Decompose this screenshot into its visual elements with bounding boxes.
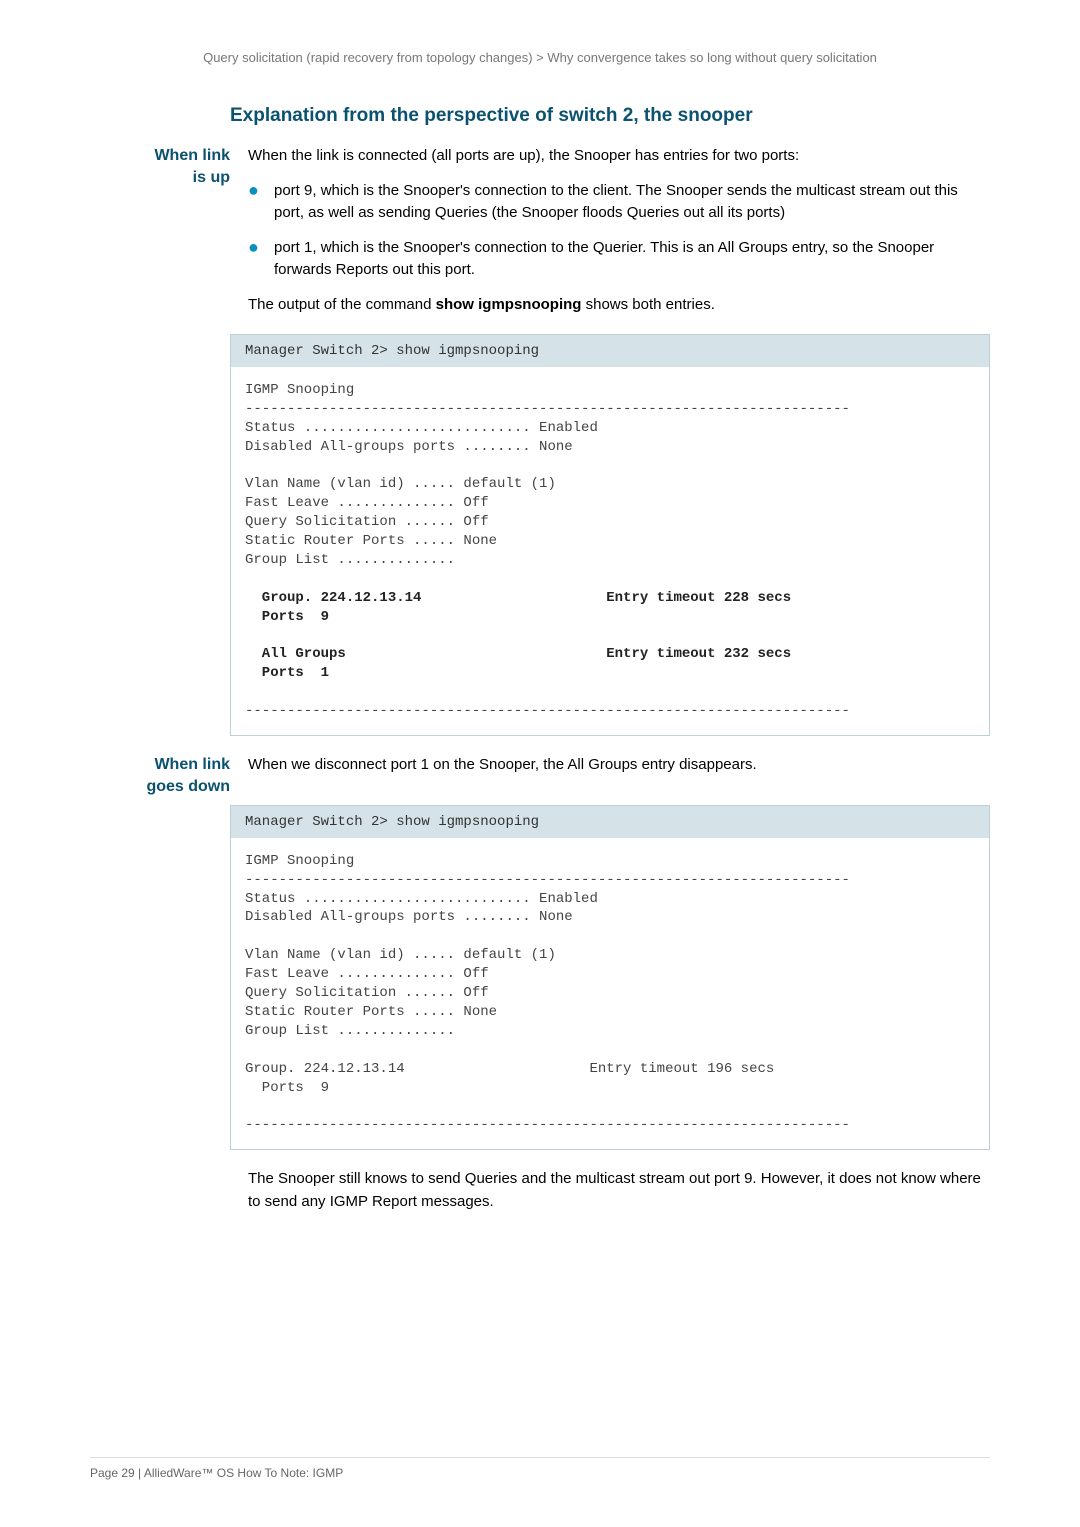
code-line: ----------------------------------------… (245, 703, 850, 719)
closing-text: The Snooper still knows to send Queries … (248, 1168, 990, 1213)
code-line: Static Router Ports ..... None (245, 533, 497, 549)
side-label-line2: goes down (146, 778, 230, 795)
code-line-bold: Ports 9 (245, 609, 329, 625)
bullet-icon: ● (248, 180, 274, 225)
outro-text: The output of the command show igmpsnoop… (248, 294, 990, 317)
code-line: ----------------------------------------… (245, 401, 850, 417)
breadcrumb-right: Why convergence takes so long without qu… (547, 50, 877, 65)
breadcrumb-left: Query solicitation (rapid recovery from … (203, 50, 532, 65)
code-line-bold: Group. 224.12.13.14 Entry timeout 228 se… (245, 590, 791, 606)
bullet-text-1: port 9, which is the Snooper's connectio… (274, 180, 990, 225)
code-line-bold: All Groups Entry timeout 232 secs (245, 646, 791, 662)
side-label-when-link-down: When link goes down (90, 754, 248, 799)
code-line: Ports 9 (245, 1080, 329, 1096)
outro-pre: The output of the command (248, 296, 436, 313)
code-line: Disabled All-groups ports ........ None (245, 439, 573, 455)
code-block-2: Manager Switch 2> show igmpsnooping IGMP… (230, 805, 990, 1150)
code-line: ----------------------------------------… (245, 1117, 850, 1133)
code-line: IGMP Snooping (245, 853, 354, 869)
code-body-1: IGMP Snooping --------------------------… (231, 367, 989, 735)
outro-post: shows both entries. (581, 296, 714, 313)
code-line: Query Solicitation ...... Off (245, 514, 489, 530)
code-line: Status ........................... Enabl… (245, 891, 598, 907)
bullet-text-2: port 1, which is the Snooper's connectio… (274, 237, 990, 282)
code-line: ----------------------------------------… (245, 872, 850, 888)
code-line-bold: Ports 1 (245, 665, 329, 681)
side-label-empty (90, 1168, 248, 1225)
code-line: Status ........................... Enabl… (245, 420, 598, 436)
code-line: IGMP Snooping (245, 382, 354, 398)
code-line: Group List .............. (245, 552, 455, 568)
code-line: Vlan Name (vlan id) ..... default (1) (245, 947, 556, 963)
code-body-2: IGMP Snooping --------------------------… (231, 838, 989, 1149)
intro-text: When the link is connected (all ports ar… (248, 145, 990, 168)
code-line: Group. 224.12.13.14 Entry timeout 196 se… (245, 1061, 774, 1077)
breadcrumb-sep: > (533, 50, 548, 65)
code-line: Query Solicitation ...... Off (245, 985, 489, 1001)
code-block-1: Manager Switch 2> show igmpsnooping IGMP… (230, 334, 990, 736)
breadcrumb: Query solicitation (rapid recovery from … (90, 50, 990, 65)
code-line: Disabled All-groups ports ........ None (245, 909, 573, 925)
side-label-line1: When link (154, 756, 230, 773)
when-link-down-text: When we disconnect port 1 on the Snooper… (248, 754, 990, 777)
page-footer: Page 29 | AlliedWare™ OS How To Note: IG… (90, 1457, 990, 1480)
code-line: Static Router Ports ..... None (245, 1004, 497, 1020)
code-header-2: Manager Switch 2> show igmpsnooping (231, 806, 989, 838)
section-title: Explanation from the perspective of swit… (230, 105, 990, 127)
code-line: Group List .............. (245, 1023, 455, 1039)
side-label-when-link-up: When link is up (90, 145, 248, 328)
code-header-1: Manager Switch 2> show igmpsnooping (231, 335, 989, 367)
code-line: Fast Leave .............. Off (245, 966, 489, 982)
code-line: Fast Leave .............. Off (245, 495, 489, 511)
outro-cmd: show igmpsnooping (436, 296, 582, 313)
side-label-line2: is up (193, 169, 230, 186)
bullet-icon: ● (248, 237, 274, 282)
side-label-line1: When link (154, 147, 230, 164)
bullet-item-1: ● port 9, which is the Snooper's connect… (248, 180, 990, 225)
bullet-item-2: ● port 1, which is the Snooper's connect… (248, 237, 990, 282)
code-line: Vlan Name (vlan id) ..... default (1) (245, 476, 556, 492)
